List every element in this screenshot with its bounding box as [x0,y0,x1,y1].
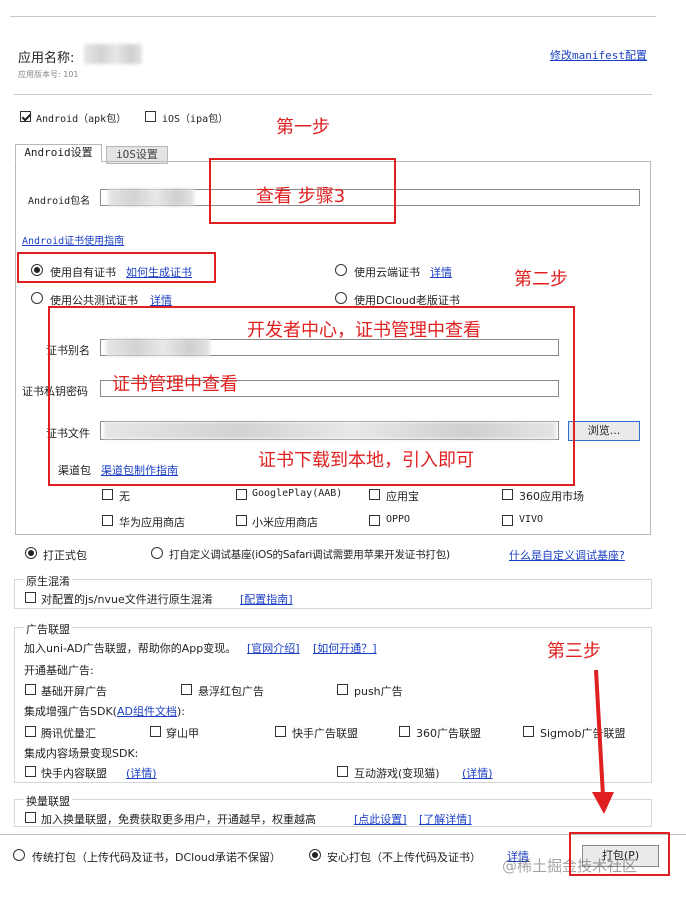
content-checkbox-game[interactable] [337,766,348,777]
annotation-view-step3: 查看 步骤3 [256,186,346,207]
sdk-label-tencent: 腾讯优量汇 [41,727,96,740]
channel-label-yingyongbao: 应用宝 [386,490,419,503]
radio-traditional-pack[interactable] [13,849,25,861]
exchange-settings-link[interactable]: [点此设置] [354,811,407,827]
ads-how-open-link[interactable]: [如何开通？] [313,640,377,656]
obfuscation-title: 原生混淆 [24,573,72,589]
annotation-dev-center: 开发者中心，证书管理中查看 [247,320,481,341]
android-checkbox[interactable] [20,111,31,122]
channel-label-oppo: OPPO [386,514,411,525]
obfuscation-guide-link[interactable]: [配置指南] [240,591,293,607]
sdk-label-pangle: 穿山甲 [166,727,199,740]
annotation-download-cert: 证书下载到本地，引入即可 [258,450,474,471]
channel-checkbox-none[interactable] [102,489,113,500]
annotation-box-pack-button [569,832,670,876]
channel-checkbox-yingyongbao[interactable] [369,489,380,500]
sdk-checkbox-sigmob[interactable] [523,726,534,737]
obfuscation-checkbox[interactable] [25,592,36,603]
content-kuaishou-detail-link[interactable]: (详情) [126,765,157,781]
cloud-cert-detail-link[interactable]: 详情 [430,264,452,280]
safe-pack-label: 安心打包（不上传代码及证书） [327,851,481,864]
obfuscation-option: 对配置的js/nvue文件进行原生混淆 [41,593,213,606]
exchange-title: 换量联盟 [24,793,72,809]
channel-checkbox-oppo[interactable] [369,515,380,526]
channel-checkbox-360[interactable] [502,489,513,500]
app-name-blurred-value [84,44,142,64]
annotation-step3: 第三步 [547,641,601,662]
ad-checkbox-splash[interactable] [25,684,36,695]
ad-component-doc-link[interactable]: AD组件文档 [117,705,177,718]
radio-public-test-cert[interactable] [31,292,43,304]
ad-label-redpacket: 悬浮红包广告 [198,685,264,698]
app-version-label: 应用版本号: 101 [18,70,79,79]
exchange-option: 加入换量联盟，免费获取更多用户，开通越早，权重越高 [41,813,316,826]
radio-safe-pack[interactable] [309,849,321,861]
content-checkbox-kuaishou[interactable] [25,766,36,777]
channel-checkbox-xiaomi[interactable] [236,515,247,526]
channel-checkbox-huawei[interactable] [102,515,113,526]
ad-label-push: push广告 [354,685,403,698]
top-divider [10,16,656,17]
channel-label-none: 无 [119,490,130,503]
radio-formal-build[interactable] [25,547,37,559]
ios-checkbox[interactable] [145,111,156,122]
annotation-step2: 第二步 [514,269,568,290]
tab-android-settings[interactable]: Android设置 [15,144,102,162]
channel-label-xiaomi: 小米应用商店 [252,516,318,529]
sdk-checkbox-kuaishou[interactable] [275,726,286,737]
custom-base-build-label: 打自定义调试基座(iOS的Safari调试需要用苹果开发证书打包) [169,549,450,561]
channel-label-huawei: 华为应用商店 [119,516,185,529]
package-blurred-value [108,189,194,206]
ad-checkbox-redpacket[interactable] [181,684,192,695]
ads-sdk-title-suffix: ): [176,705,185,718]
ad-checkbox-push[interactable] [337,684,348,695]
radio-dcloud-old-cert[interactable] [335,292,347,304]
channel-label-360: 360应用市场 [519,490,584,503]
channel-checkbox-googleplay[interactable] [236,489,247,500]
exchange-details-link[interactable]: [了解详情] [419,811,472,827]
channel-label-vivo: VIVO [519,514,544,525]
modify-manifest-link[interactable]: 修改manifest配置 [550,47,647,63]
ads-sdk-title-prefix: 集成增强广告SDK( [24,705,117,718]
content-label-kuaishou: 快手内容联盟 [41,767,107,780]
sdk-checkbox-360[interactable] [399,726,410,737]
app-name-label: 应用名称: [18,51,75,66]
divider [14,94,652,95]
cloud-cert-label: 使用云端证书 [354,266,420,279]
content-label-game: 互动游戏(变现猫) [354,767,440,780]
channel-checkbox-vivo[interactable] [502,515,513,526]
annotation-step1: 第一步 [276,117,330,138]
annotation-arrow-down-icon [592,669,614,814]
ads-content-title: 集成内容场景变现SDK: [24,747,139,760]
radio-cloud-cert[interactable] [335,264,347,276]
sdk-label-360: 360广告联盟 [416,727,481,740]
exchange-checkbox[interactable] [25,812,36,823]
annotation-cert-manage: 证书管理中查看 [112,374,238,395]
cert-guide-link[interactable]: Android证书使用指南 [22,232,124,247]
custom-base-what-link[interactable]: 什么是自定义调试基座? [509,547,625,563]
sdk-checkbox-tencent[interactable] [25,726,36,737]
formal-build-label: 打正式包 [43,549,87,562]
ad-label-splash: 基础开屏广告 [41,685,107,698]
content-game-detail-link[interactable]: (详情) [462,765,493,781]
channel-label-googleplay: GooglePlay(AAB) [252,488,343,499]
ads-desc: 加入uni-AD广告联盟，帮助你的App变现。 [24,642,237,655]
ads-basic-title: 开通基础广告: [24,664,94,677]
ios-label: iOS（ipa包） [162,114,229,125]
ads-intro-link[interactable]: [官网介绍] [247,640,300,656]
traditional-pack-label: 传统打包（上传代码及证书，DCloud承诺不保留） [32,851,281,864]
ads-sdk-title: 集成增强广告SDK(AD组件文档): [24,703,185,719]
browse-button[interactable]: 浏览... [568,421,640,441]
annotation-box-own-cert [17,252,216,283]
sdk-checkbox-pangle[interactable] [150,726,161,737]
android-label: Android（apk包） [36,114,127,125]
radio-custom-base-build[interactable] [151,547,163,559]
sdk-label-kuaishou: 快手广告联盟 [292,727,358,740]
ads-title: 广告联盟 [24,621,72,637]
package-label: Android包名 [28,196,91,207]
